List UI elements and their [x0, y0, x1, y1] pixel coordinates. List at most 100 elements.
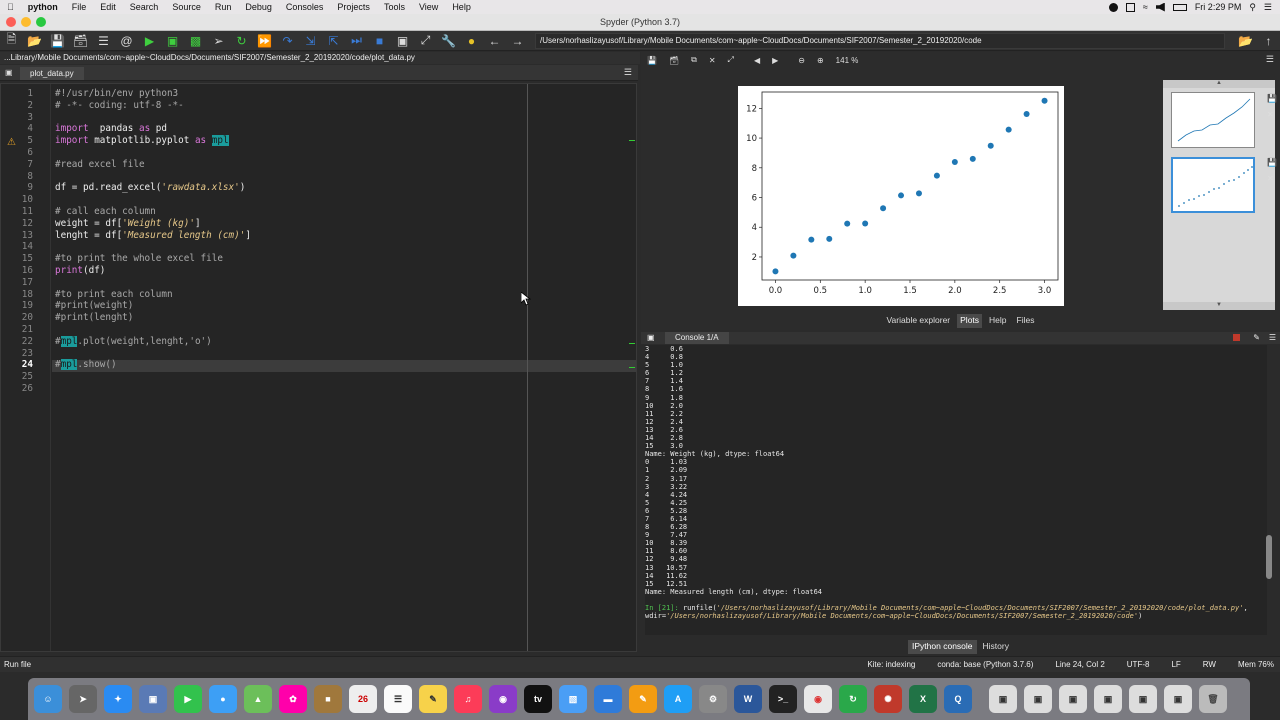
app-store-icon[interactable]: A	[664, 685, 692, 713]
spyder-icon[interactable]: ✺	[874, 685, 902, 713]
podcasts-icon[interactable]: ◉	[489, 685, 517, 713]
maps-icon[interactable]: ▲	[244, 685, 272, 713]
console-options-icon[interactable]: ☰	[1269, 332, 1276, 344]
thumb-close-icon[interactable]: ✕	[1267, 174, 1274, 183]
rerun-icon[interactable]: ↻	[230, 32, 253, 50]
thumb-save-icon[interactable]: 💾	[1267, 158, 1277, 167]
numbers-icon[interactable]: ▧	[559, 685, 587, 713]
menu-view[interactable]: View	[412, 2, 445, 12]
trash-icon[interactable]: 🗑	[1199, 685, 1227, 713]
doc-thumbnail-icon[interactable]: ▣	[1164, 685, 1192, 713]
run-selection-icon[interactable]: ➢	[207, 32, 230, 50]
chrome-icon[interactable]: ◉	[804, 685, 832, 713]
browse-tabs-icon[interactable]: ▣	[5, 68, 13, 77]
browse-folder-icon[interactable]: 📂	[1234, 32, 1257, 50]
zoom-level[interactable]: 141 %	[836, 56, 859, 65]
run-cell-advance-icon[interactable]: ▩	[184, 32, 207, 50]
ipython-console[interactable]: 3 0.6 4 0.8 5 1.0 6 1.2 7 1.4 8 1.6 9 1.8 10 2.…	[645, 345, 1267, 635]
menu-debug[interactable]: Debug	[238, 2, 279, 12]
plots-options-icon[interactable]: ☰	[1266, 54, 1274, 65]
doc-thumbnail-icon[interactable]: ▣	[1129, 685, 1157, 713]
copy-plot-icon[interactable]: ⧉	[691, 55, 697, 65]
cast-icon[interactable]	[1125, 2, 1135, 12]
continue-icon[interactable]: ⏭	[345, 32, 368, 50]
doc-thumbnail-icon[interactable]: ▣	[1059, 685, 1087, 713]
tab-plots[interactable]: Plots	[957, 314, 983, 328]
zoom-out-icon[interactable]: ⊖	[798, 56, 805, 65]
menu-projects[interactable]: Projects	[330, 2, 377, 12]
facetime-icon[interactable]: ▶	[174, 685, 202, 713]
tab-history[interactable]: History	[979, 640, 1013, 654]
save-icon[interactable]: 💾	[46, 32, 69, 50]
launchpad-icon[interactable]: ➤	[69, 685, 97, 713]
messages-icon[interactable]: ●	[209, 685, 237, 713]
tv-icon[interactable]: tv	[524, 685, 552, 713]
photos-icon[interactable]: ✿	[279, 685, 307, 713]
clock[interactable]: Fri 2:29 PM	[1195, 2, 1242, 12]
volume-icon[interactable]	[1155, 2, 1165, 12]
remove-all-plots-icon[interactable]: ⤢	[728, 55, 734, 65]
step-icon[interactable]: ↷	[276, 32, 299, 50]
menu-edit[interactable]: Edit	[93, 2, 123, 12]
minimize-window-button[interactable]	[21, 17, 31, 27]
menu-help[interactable]: Help	[445, 2, 478, 12]
app-menu[interactable]: python	[21, 2, 65, 12]
system-preferences-icon[interactable]: ⚙	[699, 685, 727, 713]
notes-icon[interactable]: ✎	[419, 685, 447, 713]
run-icon[interactable]: ▶	[138, 32, 161, 50]
tab-console[interactable]: Console 1/A	[665, 332, 729, 344]
fullscreen-icon[interactable]: ⤢	[414, 32, 437, 50]
menu-consoles[interactable]: Consoles	[279, 2, 331, 12]
run-cell-icon[interactable]: ▣	[161, 32, 184, 50]
python-path-icon[interactable]: ●	[460, 32, 483, 50]
code-editor[interactable]: ⚠ 1 #!/usr/bin/env python3 2 # -*- coding: …	[0, 83, 637, 652]
thumb-close-icon[interactable]: ✕	[1267, 110, 1274, 119]
menu-search[interactable]: Search	[123, 2, 166, 12]
step-into-icon[interactable]: ⇲	[299, 32, 322, 50]
menu-tools[interactable]: Tools	[377, 2, 412, 12]
next-plot-icon[interactable]: ▶	[772, 56, 778, 65]
tab-help[interactable]: Help	[986, 314, 1009, 328]
step-return-icon[interactable]: ⇱	[322, 32, 345, 50]
menu-source[interactable]: Source	[165, 2, 208, 12]
preview-icon[interactable]: ▣	[139, 685, 167, 713]
sync-icon[interactable]: ↻	[839, 685, 867, 713]
zoom-window-button[interactable]	[36, 17, 46, 27]
forward-icon[interactable]: →	[506, 32, 529, 50]
save-all-icon[interactable]: 🗃	[69, 32, 92, 50]
clear-console-icon[interactable]: ✎	[1253, 332, 1260, 344]
spotlight-icon[interactable]: ⚲	[1249, 2, 1256, 13]
record-icon[interactable]	[1108, 2, 1118, 12]
excel-icon[interactable]: X	[909, 685, 937, 713]
notification-icon[interactable]: ☰	[1264, 2, 1272, 13]
tab-files[interactable]: Files	[1014, 314, 1038, 328]
thumbs-scroll-down-icon[interactable]: ▼	[1163, 302, 1275, 310]
stop-kernel-icon[interactable]	[1233, 334, 1240, 341]
browse-console-tabs-icon[interactable]: ▣	[647, 332, 655, 344]
at-icon[interactable]: @	[115, 32, 138, 50]
tab-plot-data[interactable]: plot_data.py	[20, 67, 84, 80]
quicktime-icon[interactable]: Q	[944, 685, 972, 713]
new-file-icon[interactable]: 🗎	[0, 32, 23, 50]
doc-thumbnail-icon[interactable]: ▣	[1024, 685, 1052, 713]
preferences-icon[interactable]: 🔧	[437, 32, 460, 50]
menu-run[interactable]: Run	[208, 2, 239, 12]
working-directory-input[interactable]: /Users/norhaslizayusof/Library/Mobile Do…	[535, 32, 1225, 49]
back-icon[interactable]: ←	[483, 32, 506, 50]
safari-icon[interactable]: ✦	[104, 685, 132, 713]
reminders-icon[interactable]: ☰	[384, 685, 412, 713]
list-icon[interactable]: ☰	[92, 32, 115, 50]
music-icon[interactable]: ♫	[454, 685, 482, 713]
stop-debug-icon[interactable]: ■	[368, 32, 391, 50]
kite-status[interactable]: Kite: indexing	[867, 657, 915, 672]
terminal-icon[interactable]: >_	[769, 685, 797, 713]
thumbs-scroll-up-icon[interactable]: ▲	[1163, 80, 1275, 88]
maximize-pane-icon[interactable]: ▣	[391, 32, 414, 50]
save-plot-icon[interactable]: 💾	[647, 56, 657, 65]
calendar-icon[interactable]: 26	[349, 685, 377, 713]
remove-plot-icon[interactable]: ✕	[709, 56, 716, 65]
contacts-icon[interactable]: ■	[314, 685, 342, 713]
debug-icon[interactable]: ⏩	[253, 32, 276, 50]
tab-variable-explorer[interactable]: Variable explorer	[884, 314, 954, 328]
battery-icon[interactable]	[1172, 3, 1187, 11]
